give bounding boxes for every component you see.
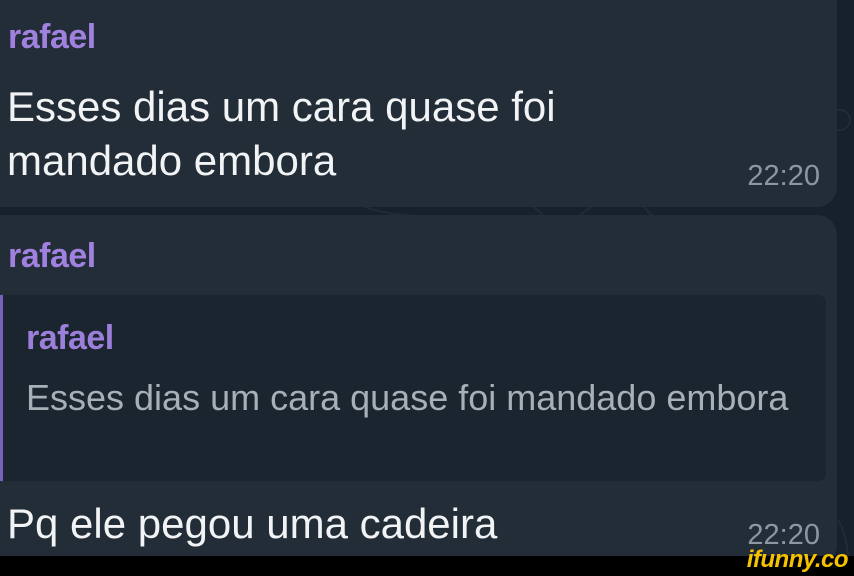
sender-name[interactable]: rafael xyxy=(8,237,96,276)
reply-sender-name: rafael xyxy=(26,319,114,357)
sender-name[interactable]: rafael xyxy=(8,18,96,57)
reply-text: Esses dias um cara quase foi mandado emb… xyxy=(26,377,789,418)
message-text: Esses dias um cara quase foi mandado emb… xyxy=(7,83,556,184)
reply-accent-bar xyxy=(0,295,3,481)
message-bubble[interactable]: rafael rafael Esses dias um cara quase f… xyxy=(0,215,837,565)
ifunny-watermark: ifunny.co xyxy=(746,546,849,573)
message-timestamp: 22:20 xyxy=(747,160,820,192)
message-bubble[interactable]: rafael Esses dias um cara quase foi mand… xyxy=(0,0,837,207)
quoted-reply[interactable]: rafael Esses dias um cara quase foi mand… xyxy=(0,295,826,481)
message-text: Pq ele pegou uma cadeira xyxy=(7,500,498,547)
watermark-strip: ifunny.co xyxy=(0,546,854,576)
